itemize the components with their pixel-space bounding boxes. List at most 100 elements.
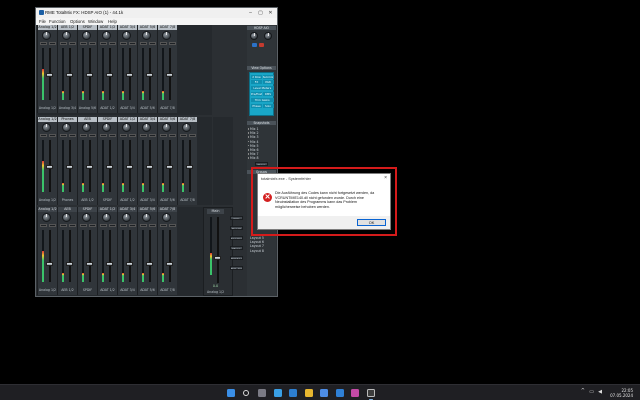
fader-handle[interactable]	[106, 262, 113, 266]
mute-button[interactable]	[40, 42, 47, 45]
gain-knob[interactable]	[162, 123, 171, 132]
clock-date[interactable]: 07.05.2024	[610, 393, 633, 398]
solo-button[interactable]	[69, 134, 76, 137]
mute-button[interactable]	[140, 134, 147, 137]
mute-button[interactable]	[60, 134, 67, 137]
solo-button[interactable]	[109, 224, 116, 227]
channel-label[interactable]: ADAT 5/6	[138, 25, 157, 30]
channel-label[interactable]: AEB 1/2	[58, 25, 77, 30]
gain-knob[interactable]	[82, 123, 91, 132]
solo-button[interactable]	[109, 42, 116, 45]
mute-button[interactable]	[180, 134, 187, 137]
channel-label[interactable]: ADAT 3/4	[118, 25, 137, 30]
photos-icon[interactable]	[351, 389, 359, 397]
channel-label[interactable]: AEB	[58, 207, 77, 212]
solo-button[interactable]	[169, 224, 176, 227]
solo-button[interactable]	[189, 134, 196, 137]
solo-button[interactable]	[49, 224, 56, 227]
fader-handle[interactable]	[146, 262, 153, 266]
solo-button[interactable]	[149, 134, 156, 137]
channel-label[interactable]: ADAT 5/6	[158, 117, 177, 122]
menu-window[interactable]: Window	[88, 19, 103, 24]
master-button[interactable]: Recall	[230, 226, 243, 230]
channel-label[interactable]: ADAT 7/8	[158, 25, 177, 30]
master-button[interactable]: Dim	[230, 216, 243, 220]
gain-knob[interactable]	[142, 123, 151, 132]
fader-handle[interactable]	[146, 165, 153, 169]
channel-label[interactable]: ADAT 3/4	[118, 207, 137, 212]
channel-label[interactable]: SPDIF	[78, 25, 97, 30]
gain-knob[interactable]	[122, 123, 131, 132]
volume-icon[interactable]: ◀	[598, 389, 602, 395]
clock-time[interactable]: 22:05	[621, 388, 633, 393]
fader-handle[interactable]	[46, 262, 53, 266]
channel-label[interactable]: ADAT 3/4	[138, 117, 157, 122]
fader-handle[interactable]	[66, 262, 73, 266]
fader-handle[interactable]	[166, 73, 173, 77]
channel-strip[interactable]: AEB AEB 1/2	[57, 207, 77, 295]
mute-button[interactable]	[120, 42, 127, 45]
gain-knob[interactable]	[62, 123, 71, 132]
mute-button[interactable]	[100, 42, 107, 45]
channel-label[interactable]: ADAT 1/2	[98, 207, 117, 212]
channel-strip[interactable]: SPDIF SPDIF	[77, 207, 97, 295]
snapshot-item[interactable]: Mix 8	[247, 156, 259, 160]
menu-options[interactable]: Options	[70, 19, 85, 24]
window-titlebar[interactable]: RME TotalMix FX: HDSP AIO (1) - 44.1k – …	[36, 8, 277, 18]
mute-button[interactable]	[120, 134, 127, 137]
solo-button[interactable]	[49, 134, 56, 137]
totalmix-icon[interactable]	[366, 389, 375, 397]
solo-button[interactable]	[69, 42, 76, 45]
gain-knob[interactable]	[102, 31, 111, 40]
gain-knob[interactable]	[82, 213, 91, 222]
mute-button[interactable]	[40, 224, 47, 227]
solo-button[interactable]	[129, 134, 136, 137]
ok-button[interactable]: OK	[357, 219, 386, 226]
solo-button[interactable]	[109, 134, 116, 137]
fader-handle[interactable]	[166, 262, 173, 266]
fader-handle[interactable]	[86, 262, 93, 266]
channel-strip[interactable]: AEB 1/2 Analog 3/4	[57, 25, 77, 113]
gain-knob[interactable]	[62, 213, 71, 222]
channel-strip[interactable]: ADAT 1/2 ADAT 1/2	[97, 207, 117, 295]
error-dialog[interactable]: totalmixfx.exe - Systemfehler × ✕ Die Au…	[257, 173, 391, 230]
menu-help[interactable]: Help	[108, 19, 117, 24]
mute-button[interactable]	[160, 134, 167, 137]
mute-button[interactable]	[160, 224, 167, 227]
mute-button[interactable]	[60, 42, 67, 45]
channel-label[interactable]: ADAT 7/8	[158, 207, 177, 212]
channel-label[interactable]: SPDIF	[78, 207, 97, 212]
device-knob-2[interactable]	[264, 32, 272, 40]
channel-strip[interactable]: ADAT 7/8 ADAT 7/8	[157, 25, 177, 113]
fader-handle[interactable]	[86, 165, 93, 169]
channel-label[interactable]: Analog 1/2	[38, 25, 57, 30]
channel-label[interactable]: Analog 1/2	[38, 117, 57, 122]
solo-button[interactable]	[149, 42, 156, 45]
store-icon[interactable]	[320, 389, 328, 397]
view-2row[interactable]: 2 Row	[251, 75, 262, 79]
channel-strip[interactable]: ADAT 5/6 ADAT 5/6	[137, 25, 157, 113]
file-explorer-icon[interactable]	[304, 389, 313, 397]
menu-file[interactable]: File	[39, 19, 46, 24]
maximize-icon[interactable]: ▢	[257, 10, 264, 17]
channel-strip[interactable]: ADAT 3/4 ADAT 3/4	[117, 207, 137, 295]
mute-button[interactable]	[80, 224, 87, 227]
network-icon[interactable]: ▭	[589, 389, 594, 395]
view-submix[interactable]: Submix	[262, 75, 274, 79]
channel-strip[interactable]: SPDIF SPDIF	[97, 117, 117, 205]
start-icon[interactable]	[227, 389, 235, 397]
solo-button[interactable]	[129, 42, 136, 45]
channel-label[interactable]: AEB	[78, 117, 97, 122]
fader-handle[interactable]	[86, 73, 93, 77]
solo-button[interactable]	[169, 42, 176, 45]
edge-icon[interactable]	[289, 389, 297, 397]
totalmix-window[interactable]: RME TotalMix FX: HDSP AIO (1) - 44.1k – …	[35, 7, 278, 297]
channel-strip[interactable]: SPDIF Analog 5/6	[77, 25, 97, 113]
solo-button[interactable]	[129, 224, 136, 227]
solo-button[interactable]	[49, 42, 56, 45]
master-button[interactable]: Talkback	[230, 256, 243, 260]
layout-item[interactable]: Layout 8	[250, 249, 264, 253]
gain-knob[interactable]	[142, 31, 151, 40]
solo-button[interactable]	[149, 224, 156, 227]
fader-handle[interactable]	[146, 73, 153, 77]
